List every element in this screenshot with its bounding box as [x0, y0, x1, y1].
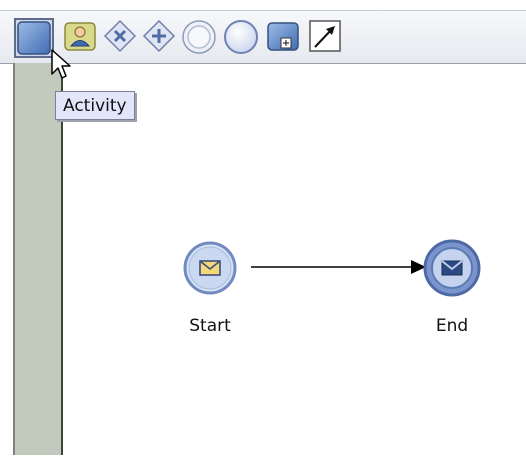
start-event-label: Start [189, 316, 231, 336]
start-event-node[interactable] [180, 239, 240, 303]
sequence-flow-connector[interactable] [0, 0, 526, 467]
end-event-label: End [435, 316, 469, 336]
end-event-node[interactable] [421, 238, 483, 304]
process-editor: Activity Start End [0, 0, 526, 467]
